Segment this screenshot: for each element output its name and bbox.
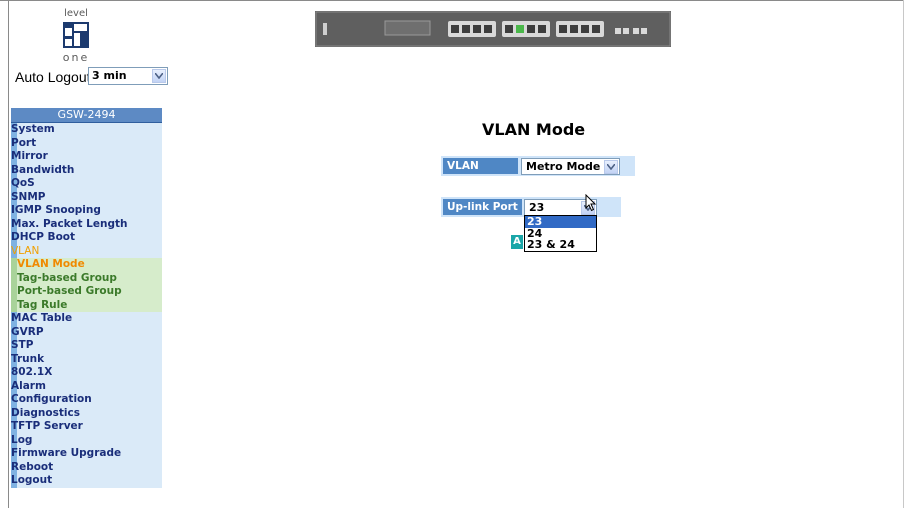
sidebar-item-label: Port	[11, 136, 37, 149]
vlan-mode-select[interactable]: Metro Mode	[521, 158, 620, 175]
page-title: VLAN Mode	[482, 120, 586, 139]
sidebar-item-label: MAC Table	[11, 312, 73, 325]
sidebar-item-snmp[interactable]: SNMP	[11, 190, 162, 205]
sidebar-item-label: Firmware Upgrade	[11, 447, 122, 460]
sidebar-item-label: IGMP Snooping	[11, 204, 101, 217]
sidebar-item-reboot[interactable]: Reboot	[11, 460, 162, 475]
sidebar-item-configuration[interactable]: Configuration	[11, 393, 162, 407]
sidebar-subitem-vlan-mode[interactable]: VLAN Mode	[11, 258, 162, 272]
sidebar-item-label: Port-based Group	[17, 285, 122, 298]
sidebar-item-mac-table[interactable]: MAC Table	[11, 312, 162, 326]
auto-logout-value: 3 min	[92, 69, 127, 82]
sidebar-item-gvrp[interactable]: GVRP	[11, 325, 162, 340]
sidebar-item-bandwidth[interactable]: Bandwidth	[11, 163, 162, 178]
vlan-mode-row: VLAN Mode Metro Mode	[441, 156, 635, 188]
sidebar-item-label: Bandwidth	[11, 163, 75, 176]
sidebar-item-802-1x[interactable]: 802.1X	[11, 366, 162, 380]
logo-text-top: level	[64, 8, 88, 19]
sidebar-item-label: Max. Packet Length	[11, 217, 128, 230]
uplink-port-label: Up-link Port	[443, 199, 522, 215]
sidebar-subitem-port-based-group[interactable]: Port-based Group	[11, 285, 162, 299]
sidebar-item-label: STP	[11, 339, 34, 352]
sidebar-item-stp[interactable]: STP	[11, 339, 162, 353]
sidebar-item-label: Log	[11, 433, 33, 446]
sidebar-item-label: System	[11, 123, 55, 135]
dropdown-option[interactable]: 23	[525, 216, 596, 228]
sidebar-item-label: Trunk	[11, 352, 45, 365]
uplink-port-value: 23	[529, 201, 545, 214]
sidebar-item-label: VLAN Mode	[17, 258, 85, 271]
mouse-pointer-icon	[585, 194, 597, 212]
auto-logout-label: Auto Logout	[15, 69, 91, 85]
sidebar-subitem-tag-rule[interactable]: Tag Rule	[11, 298, 162, 313]
sidebar-item-label: Tag Rule	[17, 298, 68, 311]
sidebar-item-alarm[interactable]: Alarm	[11, 379, 162, 394]
frame-divider	[8, 0, 9, 508]
sidebar-item-firmware-upgrade[interactable]: Firmware Upgrade	[11, 447, 162, 461]
sidebar-item-max-packet-length[interactable]: Max. Packet Length	[11, 217, 162, 232]
sidebar-subitem-tag-based-group[interactable]: Tag-based Group	[11, 271, 162, 286]
dropdown-option[interactable]: 23 & 24	[525, 239, 596, 251]
switch-front-panel-image	[315, 11, 671, 47]
sidebar-item-label: TFTP Server	[11, 420, 83, 433]
sidebar-item-label: Configuration	[11, 393, 92, 406]
sidebar-title: GSW-2494	[11, 108, 162, 124]
sidebar-item-label: GVRP	[11, 325, 44, 338]
sidebar-item-label: SNMP	[11, 190, 46, 203]
sidebar-item-diagnostics[interactable]: Diagnostics	[11, 406, 162, 421]
sidebar-item-port[interactable]: Port	[11, 136, 162, 151]
vlan-mode-value: Metro Mode	[526, 160, 601, 173]
sidebar-item-label: DHCP Boot	[11, 231, 76, 244]
sidebar-item-label: Logout	[11, 474, 53, 487]
logo-mark-icon	[63, 22, 89, 48]
apply-button[interactable]: A	[511, 235, 523, 249]
uplink-port-dropdown-list: 23 24 23 & 24	[524, 215, 597, 252]
sidebar-item-mirror[interactable]: Mirror	[11, 150, 162, 164]
sidebar-item-label: Mirror	[11, 150, 48, 163]
chevron-down-icon[interactable]	[604, 160, 618, 174]
vlan-mode-label: VLAN Mode	[443, 158, 518, 188]
sidebar-item-system[interactable]: System	[11, 123, 162, 137]
sidebar-item-vlan[interactable]: VLAN	[11, 244, 162, 259]
sidebar-item-label: Alarm	[11, 379, 46, 392]
sidebar-item-label: Reboot	[11, 460, 54, 473]
sidebar-item-tftp-server[interactable]: TFTP Server	[11, 420, 162, 434]
sidebar-item-qos[interactable]: QoS	[11, 177, 162, 191]
sidebar-item-trunk[interactable]: Trunk	[11, 352, 162, 367]
auto-logout-select[interactable]: 3 min	[88, 67, 168, 85]
sidebar-item-label: Tag-based Group	[17, 271, 117, 284]
sidebar-item-dhcp-boot[interactable]: DHCP Boot	[11, 231, 162, 245]
chevron-down-icon[interactable]	[152, 69, 166, 83]
sidebar-item-label: Diagnostics	[11, 406, 80, 419]
sidebar-item-label: VLAN	[11, 244, 40, 257]
frame-top-border	[0, 0, 904, 1]
sidebar-menu: System Port Mirror Bandwidth QoS SNMP IG…	[11, 123, 162, 488]
logo-text-bottom: one	[62, 51, 90, 64]
levelone-logo: level one	[54, 8, 98, 76]
sidebar-item-logout[interactable]: Logout	[11, 474, 162, 488]
sidebar-item-label: 802.1X	[11, 366, 53, 379]
sidebar-item-log[interactable]: Log	[11, 433, 162, 448]
sidebar-item-label: QoS	[11, 177, 35, 190]
sidebar-item-igmp-snooping[interactable]: IGMP Snooping	[11, 204, 162, 218]
